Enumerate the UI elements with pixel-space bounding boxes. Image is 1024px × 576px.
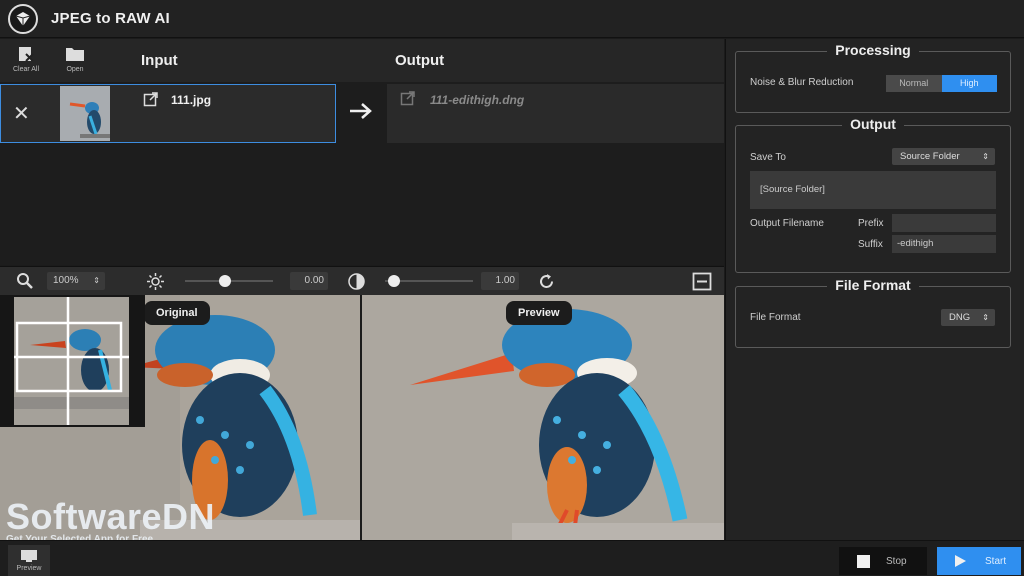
original-label: Original [144,301,210,325]
watermark-main: SoftwareDN [6,496,216,537]
clear-all-icon [19,47,34,62]
app-logo-icon [8,3,38,34]
option-normal[interactable]: Normal [886,75,942,92]
brightness-slider-knob[interactable] [218,275,231,287]
contrast-icon [348,273,365,290]
option-high[interactable]: High [941,75,997,92]
prefix-label: Prefix [858,218,884,229]
output-title: Output [842,116,904,132]
processing-title: Processing [827,42,919,58]
chevron-updown-icon: ⇕ [93,276,100,285]
preview-toggle-button[interactable]: Preview [8,545,50,576]
settings-panel: Processing Noise & Blur Reduction Normal… [725,39,1024,540]
input-file-name: 111.jpg [171,93,212,107]
contrast-slider-knob[interactable] [387,275,400,287]
file-format-title: File Format [827,277,919,293]
contrast-value[interactable]: 1.00 [481,272,519,290]
output-file-name: 111-edithigh.dng [430,93,525,107]
input-file-row[interactable]: ✕ 111.jpg [0,84,336,143]
chevron-updown-icon: ⇕ [982,313,989,322]
watermark: SoftwareDN Get Your Selected App for Fre… [6,496,215,545]
input-column-header: Input [141,52,178,69]
arrow-right-icon [350,103,372,119]
file-format-group: File Format File Format DNG ⇕ [735,277,1011,348]
preview-label: Preview [16,565,42,572]
output-column-header: Output [395,52,445,69]
zoom-value: 100% [53,275,79,286]
suffix-input[interactable]: -edithigh [892,235,996,253]
save-to-select[interactable]: Source Folder ⇕ [892,148,995,165]
pane-divider[interactable] [360,295,362,540]
preview-label: Preview [506,301,572,325]
reset-icon[interactable] [537,272,556,291]
stop-button[interactable]: Stop [839,547,927,575]
navigator-minimap[interactable] [0,295,145,427]
stop-icon [857,554,870,568]
input-thumbnail [60,86,110,141]
file-format-value: DNG [949,312,971,323]
output-file-row[interactable]: 111-edithigh.dng [387,84,724,143]
file-toolbar: Clear All Open Input Output [0,39,724,82]
zoom-select[interactable]: 100% ⇕ [47,272,105,290]
file-format-label: File Format [750,312,801,323]
open-external-icon[interactable] [400,90,416,106]
minimap-image [14,297,129,425]
file-list-area: Clear All Open Input Output ✕ 111.jpg 11… [0,39,724,265]
output-filename-label: Output Filename [750,218,824,229]
open-label: Open [66,66,84,73]
chevron-updown-icon: ⇕ [982,152,989,161]
preview-image [362,295,724,540]
clear-all-label: Clear All [12,66,40,73]
app-title: JPEG to RAW AI [51,10,170,27]
prefix-input[interactable] [892,214,996,232]
processing-group: Processing Noise & Blur Reduction Normal… [735,42,1011,113]
stop-label: Stop [886,555,907,567]
preview-image-pane[interactable]: Preview [362,295,724,540]
noise-segmented-control[interactable]: Normal High [886,75,997,92]
title-bar: JPEG to RAW AI [0,0,1024,38]
file-format-select[interactable]: DNG ⇕ [941,309,995,326]
collapse-icon[interactable] [692,272,712,291]
zoom-icon[interactable] [16,272,34,290]
folder-path-field[interactable]: [Source Folder] [750,171,996,209]
remove-file-icon[interactable]: ✕ [13,101,30,126]
save-to-label: Save To [750,152,786,163]
start-label: Start [985,555,1007,567]
folder-icon [66,48,84,61]
bottom-bar: Preview Stop Start [0,540,1024,576]
output-group: Output Save To Source Folder ⇕ [Source F… [735,116,1011,273]
open-button[interactable]: Open [55,45,95,73]
noise-label: Noise & Blur Reduction [750,77,854,88]
save-to-value: Source Folder [900,151,960,162]
open-external-icon[interactable] [143,91,159,107]
suffix-label: Suffix [858,239,883,250]
clear-all-button[interactable]: Clear All [6,45,46,73]
play-icon [955,555,966,567]
brightness-icon [147,273,164,290]
brightness-value[interactable]: 0.00 [290,272,328,290]
preview-icon [21,550,37,562]
viewer-toolbar: 100% ⇕ 0.00 1.00 [0,266,724,295]
start-button[interactable]: Start [937,547,1021,575]
